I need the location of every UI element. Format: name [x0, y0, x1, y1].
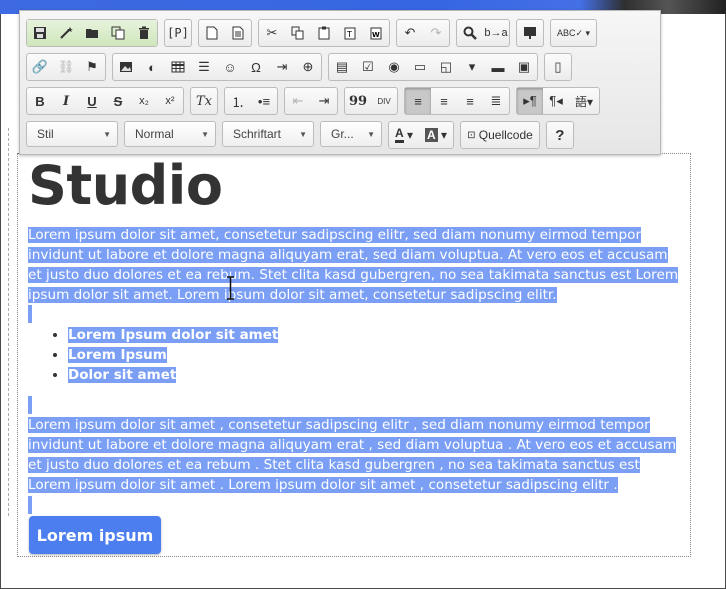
empty-line-selection: [28, 305, 32, 323]
paste-word-icon[interactable]: W: [363, 20, 389, 46]
undo-icon[interactable]: ↶: [397, 20, 423, 46]
redo-icon[interactable]: ↷: [423, 20, 449, 46]
text-color-icon[interactable]: A ▾: [389, 122, 419, 148]
select-field-icon[interactable]: ▾: [459, 54, 485, 80]
spellcheck-icon[interactable]: ABC✓ ▾: [551, 20, 596, 46]
selected-text: Lorem ipsum dolor sit amet, consetetur s…: [28, 227, 679, 303]
svg-text:T: T: [346, 30, 352, 39]
svg-text:W: W: [372, 31, 380, 39]
page-break-icon[interactable]: ⇥: [269, 54, 295, 80]
page-heading[interactable]: Studio: [28, 153, 223, 219]
italic-button[interactable]: I: [53, 88, 79, 114]
source-icon: ⊡: [467, 129, 476, 141]
list-item[interactable]: Dolor sit amet: [68, 365, 278, 385]
outdent-icon[interactable]: ⇤: [285, 88, 311, 114]
underline-button[interactable]: U: [79, 88, 105, 114]
language-icon[interactable]: 語▾: [569, 88, 599, 114]
flash-icon[interactable]: ◐: [139, 54, 165, 80]
paste-icon[interactable]: [311, 20, 337, 46]
chevron-down-icon: ▼: [367, 129, 375, 139]
remove-format-button[interactable]: Tx: [191, 88, 217, 114]
align-left-icon[interactable]: ≡: [405, 88, 431, 114]
copy-icon[interactable]: [285, 20, 311, 46]
form-icon[interactable]: ▤: [329, 54, 355, 80]
superscript-button[interactable]: x²: [157, 88, 183, 114]
image-button-icon[interactable]: ▣: [511, 54, 537, 80]
search-icon[interactable]: [457, 20, 483, 46]
selected-text: Lorem ipsum dolor sit amet , consetetur …: [28, 417, 677, 493]
align-right-icon[interactable]: ≡: [457, 88, 483, 114]
magic-wand-icon[interactable]: [53, 20, 79, 46]
rtl-icon[interactable]: ¶◂: [543, 88, 569, 114]
table-icon[interactable]: [165, 54, 191, 80]
hidden-field-icon[interactable]: ▯: [545, 54, 571, 80]
font-select[interactable]: Schriftart ▼: [222, 121, 314, 147]
background-color-icon[interactable]: A ▾: [419, 122, 453, 148]
unlink-icon[interactable]: ⛓: [53, 54, 79, 80]
paragraph-1[interactable]: Lorem ipsum dolor sit amet, consetetur s…: [28, 225, 684, 305]
document-icon[interactable]: [225, 20, 251, 46]
horizontal-rule-icon[interactable]: ☰: [191, 54, 217, 80]
button-field-icon[interactable]: ▬: [485, 54, 511, 80]
list-item[interactable]: Lorem Ipsum: [68, 345, 278, 365]
link-icon[interactable]: 🔗: [27, 54, 53, 80]
chevron-down-icon: ▼: [299, 129, 307, 139]
textarea-icon[interactable]: ◱: [433, 54, 459, 80]
bullet-list[interactable]: Lorem Ipsum dolor sit amet Lorem Ipsum D…: [47, 325, 279, 385]
indent-icon[interactable]: ⇥: [311, 88, 337, 114]
textfield-icon[interactable]: ▭: [407, 54, 433, 80]
smiley-icon[interactable]: ☺: [217, 54, 243, 80]
empty-line-selection: [28, 396, 32, 414]
strike-button[interactable]: S: [105, 88, 131, 114]
format-select[interactable]: Normal ▼: [124, 121, 216, 147]
bullet-list-icon[interactable]: •≡: [251, 88, 277, 114]
replace-icon[interactable]: b→a: [483, 20, 509, 46]
new-page-icon[interactable]: [199, 20, 225, 46]
anchor-flag-icon[interactable]: ⚑: [79, 54, 105, 80]
bold-button[interactable]: B: [27, 88, 53, 114]
p-tag-icon[interactable]: [P]: [165, 20, 191, 46]
align-justify-icon[interactable]: ≣: [483, 88, 509, 114]
save-icon[interactable]: [27, 20, 53, 46]
left-guide: [0, 128, 9, 516]
radio-icon[interactable]: ◉: [381, 54, 407, 80]
cut-icon[interactable]: ✂: [259, 20, 285, 46]
source-button[interactable]: ⊡ Quellcode: [461, 122, 539, 148]
chevron-down-icon: ▼: [103, 129, 111, 139]
copy-doc-icon[interactable]: [105, 20, 131, 46]
size-select[interactable]: Gr... ▼: [320, 121, 382, 147]
numbered-list-icon[interactable]: ⒈: [225, 88, 251, 114]
chevron-down-icon: ▼: [201, 129, 209, 139]
list-item[interactable]: Lorem Ipsum dolor sit amet: [68, 325, 279, 345]
folder-icon[interactable]: [79, 20, 105, 46]
help-button[interactable]: ?: [547, 122, 573, 148]
text-cursor-icon: [227, 276, 234, 300]
empty-line-selection: [28, 496, 32, 514]
paragraph-2[interactable]: Lorem ipsum dolor sit amet , consetetur …: [28, 415, 684, 495]
align-center-icon[interactable]: ≡: [431, 88, 457, 114]
div-button[interactable]: DIV: [371, 88, 397, 114]
ltr-icon[interactable]: ▸¶: [517, 88, 543, 114]
special-char-icon[interactable]: Ω: [243, 54, 269, 80]
blockquote-button[interactable]: 99: [345, 88, 371, 114]
paste-text-icon[interactable]: T: [337, 20, 363, 46]
iframe-globe-icon[interactable]: ⊕: [295, 54, 321, 80]
image-icon[interactable]: [113, 54, 139, 80]
checkbox-icon[interactable]: ☑: [355, 54, 381, 80]
templates-icon[interactable]: [517, 20, 543, 46]
cta-button[interactable]: Lorem ipsum: [29, 516, 161, 554]
style-select[interactable]: Stil ▼: [26, 121, 118, 147]
trash-icon[interactable]: [131, 20, 157, 46]
editor-toolbar: [P] ✂ T W ↶ ↷ b→a ABC✓ ▾ 🔗 ⛓ ⚑ ◐ ☰ ☺ Ω ⇥…: [19, 10, 661, 155]
subscript-button[interactable]: x₂: [131, 88, 157, 114]
